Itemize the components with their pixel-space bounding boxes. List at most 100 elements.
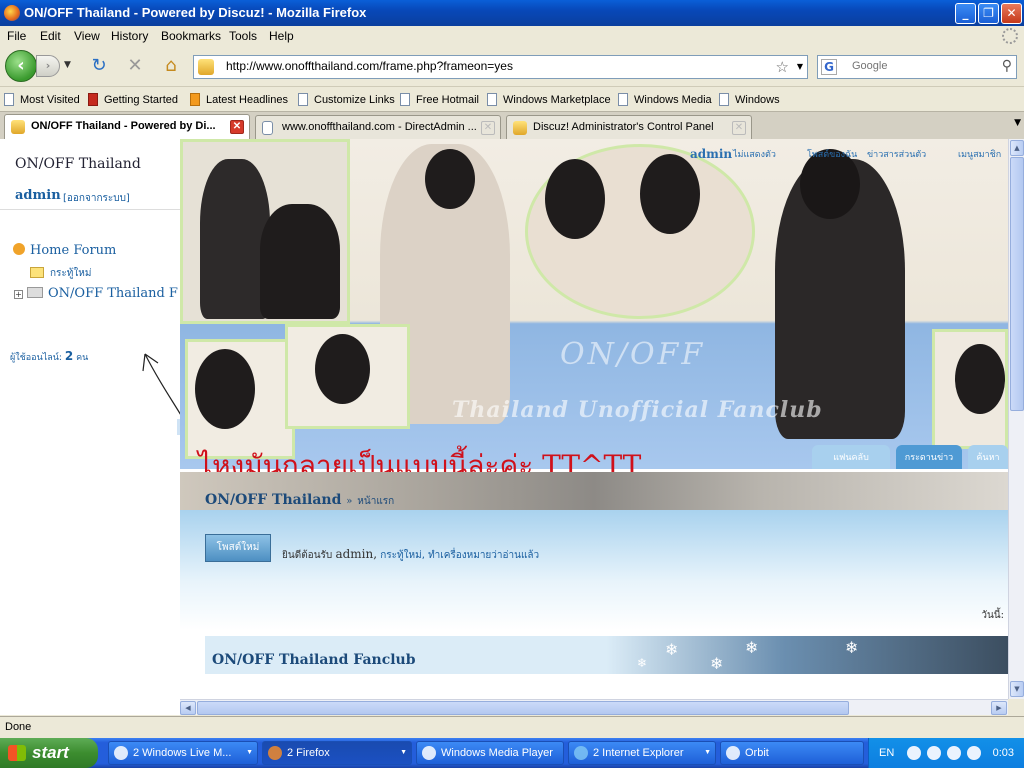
page-content: ON/OFF Thailand admin [ออกจากระบบ] Home …: [0, 139, 1008, 699]
horizontal-scroll-thumb[interactable]: [197, 701, 849, 715]
search-input[interactable]: [852, 60, 992, 72]
site-identity-icon[interactable]: [198, 59, 214, 75]
bookmark-most-visited[interactable]: Most Visited: [4, 93, 80, 106]
search-icon[interactable]: ⚲: [1002, 58, 1012, 74]
scroll-up-icon[interactable]: ▲: [1010, 140, 1024, 156]
folder-icon: [4, 93, 14, 106]
nav-tab-board[interactable]: กระดานข่าว: [896, 445, 962, 469]
menu-help[interactable]: Help: [269, 29, 294, 43]
bookmark-star-icon[interactable]: ☆: [776, 58, 789, 76]
menu-view[interactable]: View: [74, 29, 100, 43]
mark-read-link[interactable]: ทำเครื่องหมายว่าอ่านแล้ว: [428, 550, 539, 561]
tab-onoff-thailand[interactable]: ON/OFF Thailand - Powered by Di... ✕: [4, 114, 250, 139]
bookmark-getting-started[interactable]: Getting Started: [88, 93, 178, 106]
bookmarks-toolbar: Most Visited Getting Started Latest Head…: [0, 86, 1024, 111]
vertical-scrollbar[interactable]: ▲ ▼: [1008, 139, 1024, 699]
taskbar-media-player[interactable]: Windows Media Player: [416, 741, 564, 765]
tree-forum-onoff[interactable]: + ON/OFF Thailand F: [14, 286, 178, 301]
taskbar-orbit[interactable]: Orbit: [720, 741, 864, 765]
bookmark-latest-headlines[interactable]: Latest Headlines: [190, 93, 288, 106]
menu-bookmarks[interactable]: Bookmarks: [161, 29, 221, 43]
top-link-admin[interactable]: admin: [690, 147, 732, 161]
search-bar[interactable]: G ⚲: [817, 55, 1017, 79]
menu-edit[interactable]: Edit: [40, 29, 61, 43]
top-link-members[interactable]: เมนูสมาชิก: [958, 147, 1001, 161]
bookmark-free-hotmail[interactable]: Free Hotmail: [400, 93, 479, 106]
close-tab-icon[interactable]: ✕: [732, 121, 746, 135]
banner-logo-title: ON/OFF: [560, 337, 706, 372]
tab-list-icon[interactable]: ▼: [1014, 118, 1021, 128]
bookmark-customize-links[interactable]: Customize Links: [298, 93, 395, 106]
firefox-icon: [268, 746, 282, 760]
history-dropdown-icon[interactable]: ▼: [64, 60, 71, 70]
breadcrumb-site[interactable]: ON/OFF Thailand: [205, 492, 341, 508]
bookmark-windows-media[interactable]: Windows Media: [618, 93, 712, 106]
close-button[interactable]: ✕: [1001, 3, 1022, 24]
welcome-area: โพสต์ใหม่ ยินดีต้อนรับ admin, กระทู้ใหม่…: [180, 510, 1008, 630]
stop-icon[interactable]: ✕: [124, 55, 146, 77]
menu-tools[interactable]: Tools: [229, 29, 257, 43]
menu-history[interactable]: History: [111, 29, 148, 43]
top-link-my-posts[interactable]: โพสต์ของฉัน: [807, 147, 857, 161]
window-title: ON/OFF Thailand - Powered by Discuz! - M…: [24, 5, 367, 20]
menu-file[interactable]: File: [7, 29, 26, 43]
ie-icon: [574, 746, 588, 760]
top-link-profile[interactable]: ไม่แสดงตัว: [733, 147, 776, 161]
horizontal-scrollbar[interactable]: ◀ ▶: [180, 699, 1008, 715]
tab-discuz-admin[interactable]: Discuz! Administrator's Control Panel ✕: [506, 115, 752, 139]
google-engine-icon[interactable]: G: [821, 59, 837, 75]
scroll-down-icon[interactable]: ▼: [1010, 681, 1024, 697]
sidebar-username[interactable]: admin: [15, 188, 61, 203]
clock: 0:03: [992, 747, 1014, 759]
page-icon: [618, 93, 628, 106]
taskbar-firefox[interactable]: 2 Firefox ▼: [262, 741, 412, 765]
new-post-button[interactable]: โพสต์ใหม่: [205, 534, 271, 562]
main-frame: ON/OFF Thailand Unofficial Fanclub admin…: [180, 139, 1008, 699]
expand-icon[interactable]: +: [14, 290, 23, 299]
back-button[interactable]: ‹: [5, 50, 37, 82]
taskbar-internet-explorer[interactable]: 2 Internet Explorer ▼: [568, 741, 716, 765]
download-icon[interactable]: [947, 746, 961, 760]
home-icon[interactable]: ⌂: [160, 55, 182, 77]
tray-expand-icon[interactable]: [907, 746, 921, 760]
network-icon[interactable]: [927, 746, 941, 760]
language-indicator[interactable]: EN: [879, 747, 894, 759]
url-bar[interactable]: ☆ ▼: [193, 55, 808, 79]
scroll-left-icon[interactable]: ◀: [180, 701, 196, 715]
nav-tab-fanclub[interactable]: แฟนคลับ: [812, 445, 890, 469]
new-topics-link[interactable]: กระทู้ใหม่,: [380, 550, 425, 561]
breadcrumb-page: หน้าแรก: [357, 496, 395, 507]
menu-bar: File Edit View History Bookmarks Tools H…: [0, 26, 1024, 46]
photo-figure: [425, 149, 475, 209]
minimize-button[interactable]: _: [955, 3, 976, 24]
url-input[interactable]: [226, 59, 766, 73]
status-text: Done: [5, 721, 32, 733]
snowflake-icon: ❄: [745, 638, 759, 657]
url-dropdown-icon[interactable]: ▼: [797, 62, 803, 71]
bookmark-windows-marketplace[interactable]: Windows Marketplace: [487, 93, 611, 106]
close-tab-icon[interactable]: ✕: [230, 120, 244, 134]
tab-directadmin[interactable]: www.onoffthailand.com - DirectAdmin ... …: [255, 115, 501, 139]
folder-icon: [27, 287, 43, 298]
forward-button[interactable]: ›: [36, 55, 60, 77]
windows-logo-icon: [8, 745, 26, 761]
reload-icon[interactable]: ↻: [88, 55, 110, 77]
logout-link[interactable]: [ออกจากระบบ]: [63, 191, 130, 206]
top-link-messages[interactable]: ข่าวสารส่วนตัว: [867, 147, 926, 161]
start-button[interactable]: start: [0, 738, 98, 768]
bookmark-windows[interactable]: Windows: [719, 93, 780, 106]
volume-icon[interactable]: [967, 746, 981, 760]
firefox-icon: [4, 5, 20, 21]
taskbar-windows-live[interactable]: 2 Windows Live M... ▼: [108, 741, 258, 765]
page-icon: [719, 93, 729, 106]
section-title[interactable]: ON/OFF Thailand Fanclub: [212, 652, 416, 668]
scrollbar-corner: [1008, 699, 1024, 715]
tree-new-topic[interactable]: กระทู้ใหม่: [30, 266, 91, 281]
nav-tab-search[interactable]: ค้นหา: [968, 445, 1008, 469]
vertical-scroll-thumb[interactable]: [1010, 157, 1024, 411]
restore-button[interactable]: ❐: [978, 3, 999, 24]
tree-home-forum[interactable]: Home Forum: [13, 243, 116, 258]
close-tab-icon[interactable]: ✕: [481, 121, 495, 135]
scroll-right-icon[interactable]: ▶: [991, 701, 1007, 715]
welcome-message: ยินดีต้อนรับ admin, กระทู้ใหม่, ทำเครื่อ…: [282, 547, 540, 561]
